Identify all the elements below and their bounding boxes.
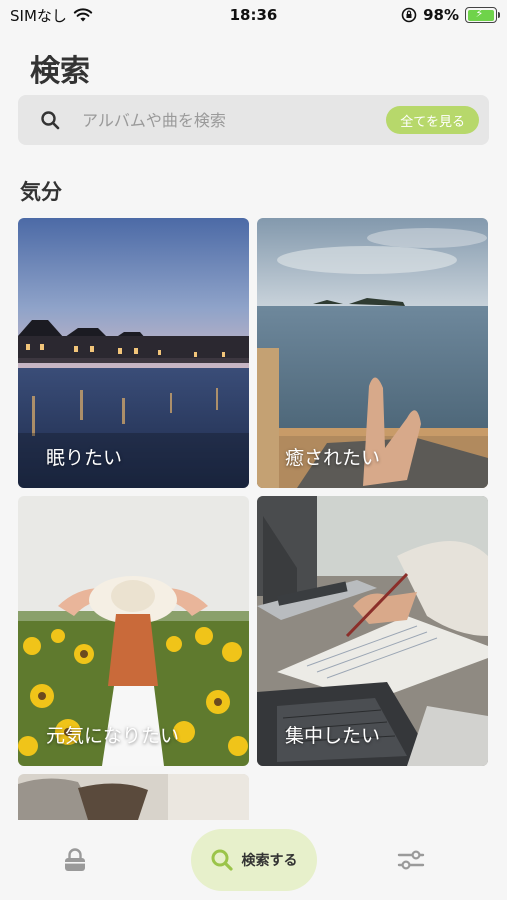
section-title-mood: 気分 xyxy=(20,180,62,204)
search-bar[interactable]: 全てを見る xyxy=(18,95,489,145)
mood-card-label: 集中したい xyxy=(285,725,381,747)
status-bar: SIMなし 18:36 98% ⚡ xyxy=(0,0,507,30)
mood-card-relax[interactable]: 癒されたい xyxy=(257,218,488,488)
tab-library[interactable] xyxy=(62,847,88,873)
tab-search[interactable]: 検索する xyxy=(190,829,317,891)
mood-card-label: 元気になりたい xyxy=(46,725,180,747)
tab-settings[interactable] xyxy=(397,849,425,871)
page-title: 検索 xyxy=(30,54,90,89)
search-input[interactable] xyxy=(82,110,387,130)
mood-card-sleep[interactable]: 眠りたい xyxy=(18,218,249,488)
settings-sliders-icon xyxy=(397,850,425,870)
mood-card-focus[interactable]: 集中したい xyxy=(257,496,488,766)
mood-card-label: 眠りたい xyxy=(46,447,123,469)
partial-card-image xyxy=(18,774,249,820)
mood-card-energize[interactable]: 元気になりたい xyxy=(18,496,249,766)
carrier-text: SIMなし xyxy=(10,6,67,25)
search-icon xyxy=(41,111,60,130)
status-right: 98% ⚡ xyxy=(401,6,500,24)
tab-bar: 検索する xyxy=(0,820,507,900)
battery-fill: ⚡ xyxy=(467,7,494,21)
orientation-lock-icon xyxy=(401,7,417,23)
mood-card-partial[interactable] xyxy=(18,774,249,820)
status-left: SIMなし xyxy=(10,5,93,26)
battery-icon: ⚡ xyxy=(465,7,500,23)
tab-search-label: 検索する xyxy=(241,853,298,869)
battery-percent: 98% xyxy=(423,6,459,24)
lock-icon xyxy=(65,848,85,871)
wifi-icon xyxy=(73,8,93,22)
search-icon xyxy=(211,849,233,871)
see-all-button[interactable]: 全てを見る xyxy=(386,106,479,134)
mood-card-label: 癒されたい xyxy=(285,447,381,469)
